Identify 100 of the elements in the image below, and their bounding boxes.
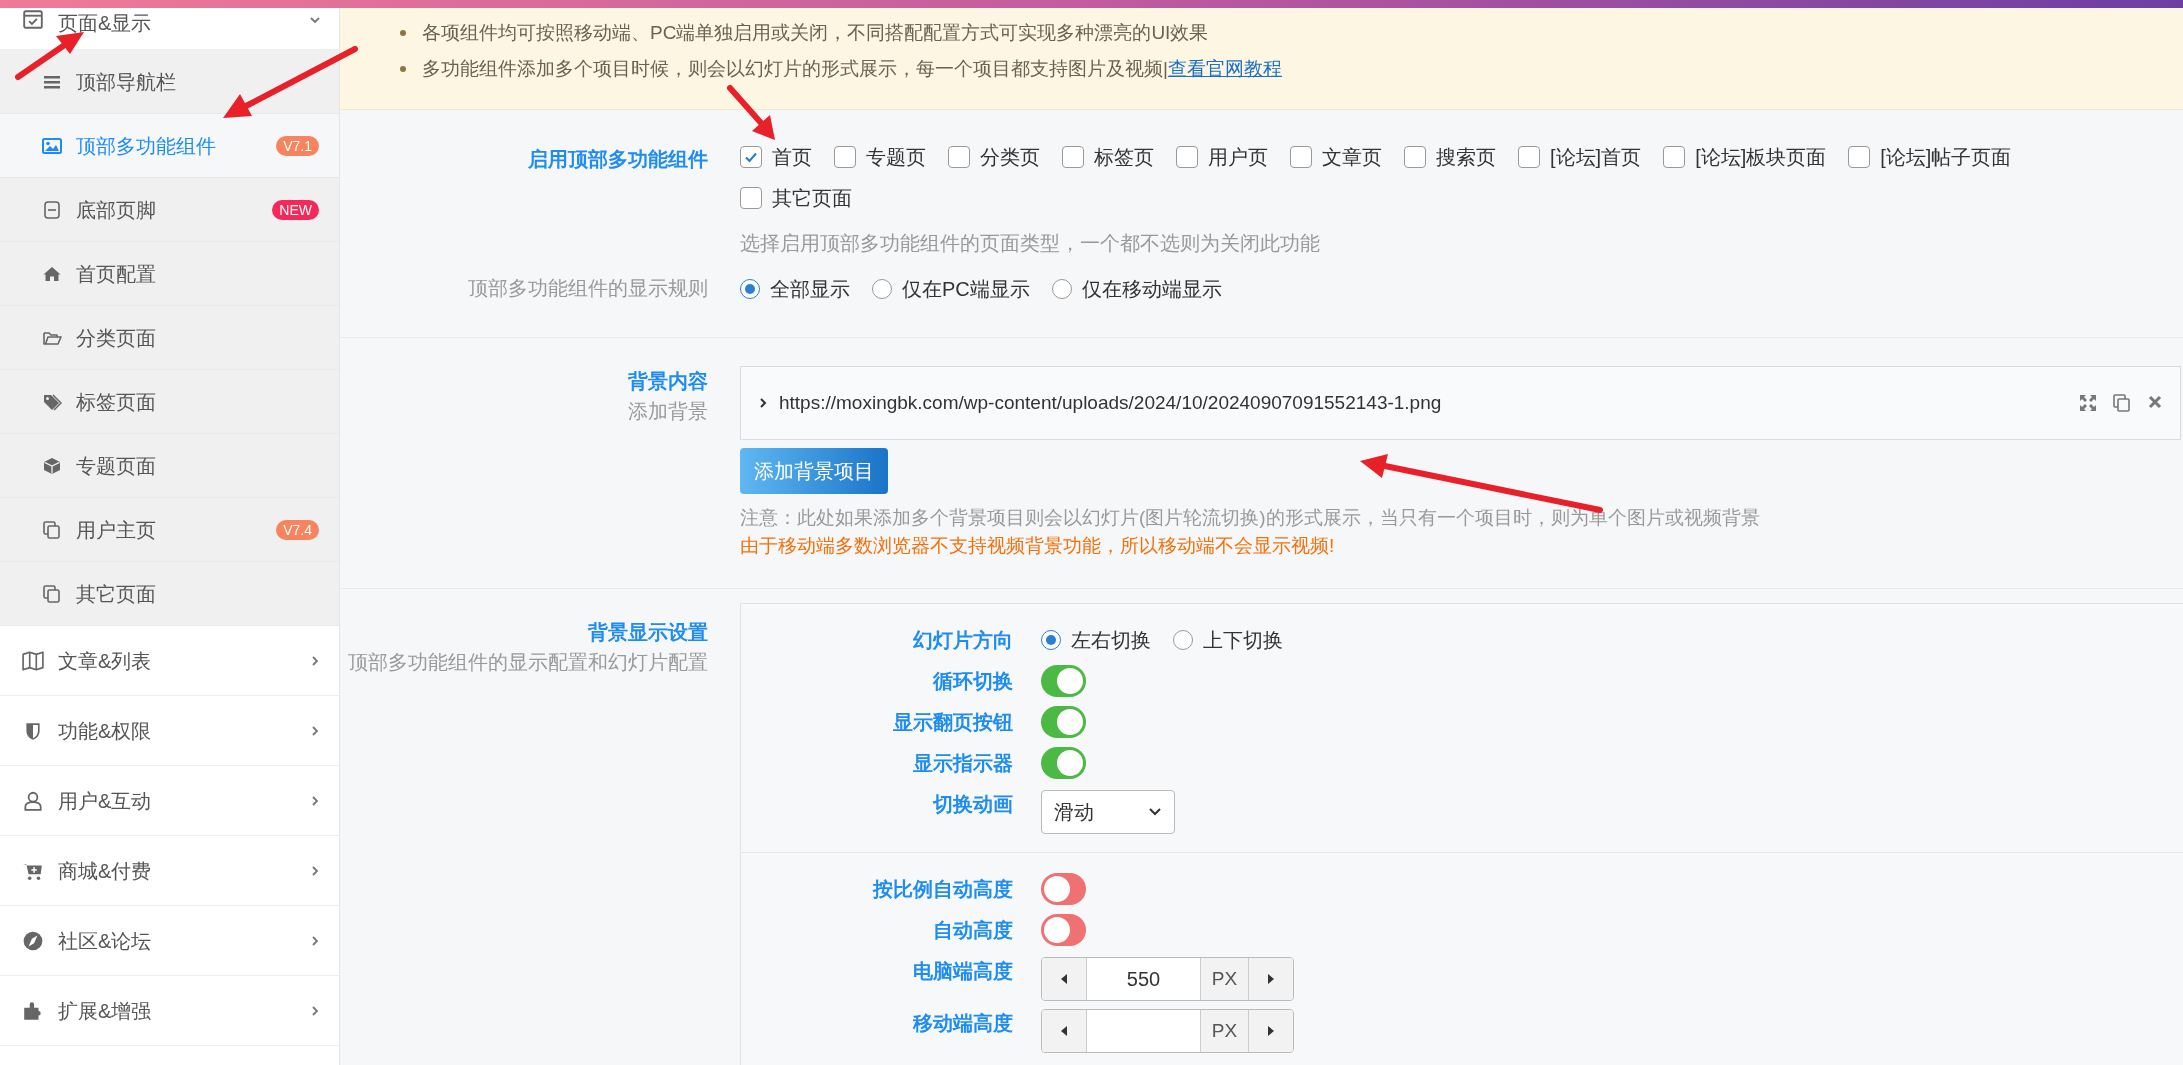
field-label: 按比例自动高度 (871, 877, 1014, 902)
sidebar-item[interactable]: 标签页面 (0, 370, 339, 434)
option-label: [论坛]板块页面 (1695, 144, 1827, 170)
compass-icon (22, 929, 44, 952)
sidebar-item[interactable]: 社区&论坛 (0, 906, 339, 976)
checkbox[interactable] (1518, 145, 1540, 168)
checkbox[interactable] (1290, 145, 1312, 168)
sidebar-item[interactable]: 商城&付费 (0, 836, 339, 906)
toggle-switch[interactable] (1041, 747, 1086, 779)
sidebar-item[interactable]: 其它页面 (0, 562, 339, 626)
option-label: 标签页 (1094, 144, 1154, 170)
option-label: 文章页 (1322, 144, 1382, 170)
option-label: 用户页 (1208, 144, 1268, 170)
annotation-arrow (727, 85, 775, 140)
version-badge: NEW (272, 199, 319, 220)
checkbox[interactable] (740, 145, 762, 168)
animation-select[interactable]: 滑动 (1041, 790, 1175, 834)
sidebar-item[interactable]: 分类页面 (0, 306, 339, 370)
copy-icon (42, 583, 62, 604)
user-icon (22, 789, 44, 812)
field-label: 自动高度 (932, 918, 1014, 943)
section-title: 背景显示设置 (588, 620, 708, 645)
radio-button[interactable] (1173, 630, 1193, 650)
toggle-switch[interactable] (1041, 706, 1086, 738)
tutorial-link[interactable]: 查看官网教程 (1167, 57, 1282, 79)
copy-icon (2112, 393, 2132, 413)
bullet-icon (400, 30, 406, 36)
checkbox[interactable] (834, 145, 856, 168)
version-badge: V7.1 (276, 135, 319, 156)
option-label: [论坛]帖子页面 (1880, 144, 2012, 170)
triangle-left-icon (1059, 973, 1069, 985)
sidebar-item[interactable]: 扩展&增强 (0, 976, 339, 1046)
unit-label: PX (1201, 958, 1249, 1000)
chevron-right-icon (309, 864, 321, 877)
triangle-left-icon (1059, 1025, 1069, 1037)
toggle-switch[interactable] (1041, 873, 1086, 905)
puzzle-icon (22, 999, 44, 1022)
field-label: 启用顶部多功能组件 (528, 148, 708, 170)
field-label: 显示翻页按钮 (892, 710, 1014, 735)
toggle-switch[interactable] (1041, 665, 1086, 697)
cube-icon (42, 455, 62, 476)
radio-button[interactable] (1051, 278, 1072, 299)
sidebar-item[interactable]: 底部页脚 NEW (0, 178, 339, 242)
sidebar-item[interactable]: 用户主页 V7.4 (0, 498, 339, 562)
chevron-down-icon (309, 14, 321, 26)
sidebar-item[interactable]: 用户&互动 (0, 766, 339, 836)
option-label: 左右切换 (1071, 628, 1151, 653)
notice-text: 各项组件均可按照移动端、PC端单独启用或关闭，不同搭配配置方式可实现多种漂亮的UI效果 (422, 20, 1209, 45)
chevron-right-icon (757, 397, 769, 409)
chevron-right-icon (309, 934, 321, 947)
chevron-right-icon (309, 1004, 321, 1017)
warning-text: 由于移动端多数浏览器不支持视频背景功能，所以移动端不会显示视频! (740, 534, 1336, 558)
image-icon (42, 135, 62, 156)
sidebar-item[interactable]: 首页配置 (0, 242, 339, 306)
map-icon (22, 649, 44, 672)
checkbox[interactable] (948, 145, 970, 168)
minus-square-icon (42, 199, 62, 220)
field-label: 切换动画 (931, 792, 1014, 817)
checkbox[interactable] (1848, 145, 1871, 168)
tags-icon (42, 391, 62, 412)
option-label: 专题页 (866, 144, 926, 170)
checkbox[interactable] (1062, 145, 1084, 168)
checkbox[interactable] (1404, 145, 1426, 168)
section-subtitle: 顶部多功能组件的显示配置和幻灯片配置 (348, 650, 708, 675)
option-label: 搜索页 (1436, 144, 1496, 170)
expand-icon (2078, 393, 2098, 413)
option-label: 分类页 (980, 144, 1040, 170)
background-item[interactable]: https://moxingbk.com/wp-content/uploads/2024/10/20240907091552143-1.png (740, 366, 2181, 440)
radio-button[interactable] (1041, 630, 1061, 650)
unit-label: PX (1201, 1010, 1249, 1052)
option-label: 其它页面 (772, 185, 852, 211)
section-title: 背景内容 (628, 369, 708, 394)
option-label: 仅在移动端显示 (1081, 276, 1222, 302)
chevron-right-icon (309, 724, 321, 737)
sidebar-item[interactable]: 功能&权限 (0, 696, 339, 766)
checkbox[interactable] (1663, 145, 1686, 168)
radio-button[interactable] (872, 278, 892, 299)
notice-text: 多功能组件添加多个项目时候，则会以幻灯片的形式展示，每一个项目都支持图片及视频|查看官网教程 (422, 56, 1282, 81)
field-label: 幻灯片方向 (912, 628, 1014, 653)
field-label: 顶部多功能组件的显示规则 (468, 277, 708, 299)
calendar-check-icon (22, 8, 44, 30)
field-label: 显示指示器 (912, 751, 1014, 776)
option-label: [论坛]首页 (1550, 144, 1642, 170)
hint-text: 选择启用顶部多功能组件的页面类型，一个都不选则为关闭此功能 (740, 231, 1321, 256)
checkbox[interactable] (740, 186, 762, 209)
option-label: 上下切换 (1203, 628, 1283, 653)
sidebar-item[interactable]: 专题页面 (0, 434, 339, 498)
radio-button[interactable] (740, 278, 760, 299)
triangle-right-icon (1266, 973, 1276, 985)
option-label: 仅在PC端显示 (902, 276, 1030, 302)
triangle-right-icon (1266, 1025, 1276, 1037)
bullet-icon (400, 66, 406, 72)
sidebar-item[interactable]: 文章&列表 (0, 626, 339, 696)
copy-icon (42, 519, 62, 540)
section-subtitle: 添加背景 (628, 399, 708, 424)
toggle-switch[interactable] (1041, 914, 1086, 946)
checkbox[interactable] (1176, 145, 1198, 168)
option-label: 首页 (772, 144, 812, 170)
field-label: 电脑端高度 (912, 959, 1014, 984)
chevron-right-icon (309, 654, 321, 667)
